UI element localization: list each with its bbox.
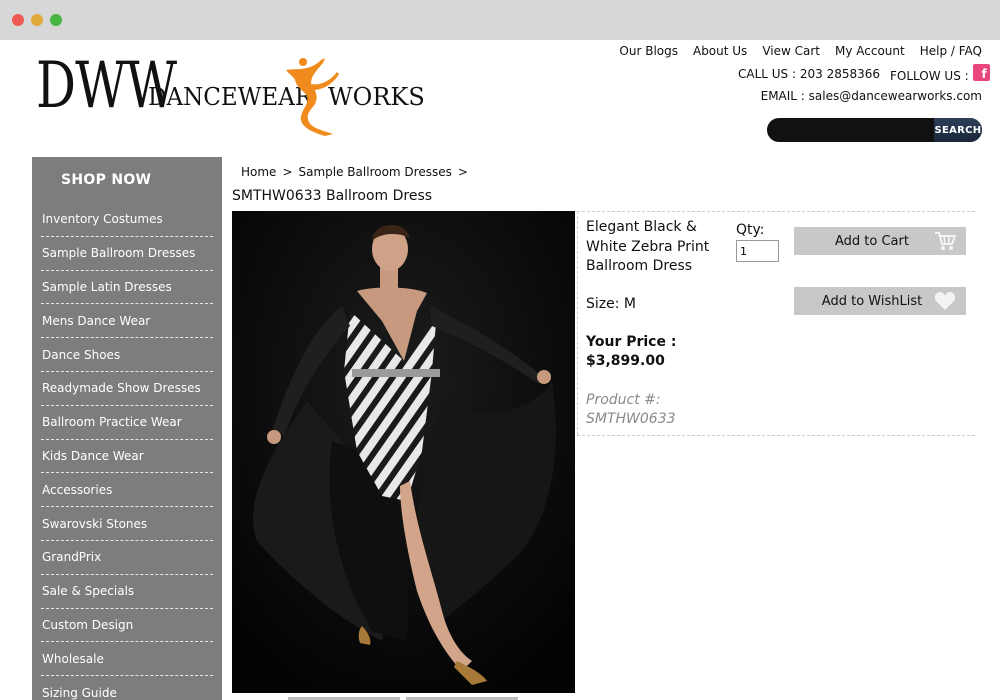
email-text: EMAIL : sales@dancewearworks.com: [760, 89, 982, 103]
top-navigation: Our Blogs About Us View Cart My Account …: [619, 44, 982, 58]
link-view-cart[interactable]: View Cart: [762, 44, 820, 58]
product-number-label: Product #:: [586, 392, 661, 408]
sidebar-item-kids-dance-wear[interactable]: Kids Dance Wear: [41, 440, 213, 474]
divider: [577, 435, 975, 436]
call-us-text: CALL US : 203 2858366: [738, 67, 881, 81]
sidebar-item-ballroom-practice-wear[interactable]: Ballroom Practice Wear: [41, 406, 213, 440]
product-name: Elegant Black & White Zebra Print Ballro…: [586, 219, 710, 274]
price-label: Your Price :: [586, 334, 677, 350]
sidebar-item-sale-specials[interactable]: Sale & Specials: [41, 575, 213, 609]
sidebar-item-sample-ballroom-dresses[interactable]: Sample Ballroom Dresses: [41, 237, 213, 271]
maximize-window-button[interactable]: [50, 14, 62, 26]
breadcrumb-category[interactable]: Sample Ballroom Dresses: [299, 165, 452, 179]
category-menu: Inventory Costumes Sample Ballroom Dress…: [32, 203, 222, 700]
search-bar: SEARCH: [767, 118, 982, 142]
product-title: SMTHW0633 Ballroom Dress: [232, 188, 433, 204]
window-titlebar: [0, 0, 1000, 40]
sidebar-item-accessories[interactable]: Accessories: [41, 473, 213, 508]
site-logo[interactable]: DWW DANCEWEAR WORKS: [36, 50, 425, 140]
add-to-wishlist-button[interactable]: Add to WishList: [794, 287, 966, 315]
sidebar-item-grandprix[interactable]: GrandPrix: [41, 541, 213, 575]
breadcrumb-separator: >: [457, 165, 468, 179]
sidebar-item-wholesale[interactable]: Wholesale: [41, 642, 213, 677]
sidebar-item-mens-dance-wear[interactable]: Mens Dance Wear: [41, 304, 213, 339]
category-sidebar: SHOP NOW Inventory Costumes Sample Ballr…: [32, 157, 222, 700]
breadcrumb-home[interactable]: Home: [241, 165, 276, 179]
quantity-input[interactable]: [736, 240, 779, 262]
sidebar-item-custom-design[interactable]: Custom Design: [41, 609, 213, 643]
sidebar-item-dance-shoes[interactable]: Dance Shoes: [41, 338, 213, 372]
qty-label: Qty:: [736, 222, 765, 238]
search-input[interactable]: [767, 118, 934, 142]
link-my-account[interactable]: My Account: [835, 44, 905, 58]
breadcrumb-separator: >: [282, 165, 293, 179]
follow-us: FOLLOW US : f: [890, 64, 990, 84]
link-our-blogs[interactable]: Our Blogs: [619, 44, 678, 58]
product-size: Size: M: [586, 296, 636, 312]
add-to-cart-button[interactable]: Add to Cart: [794, 227, 966, 255]
breadcrumb: Home > Sample Ballroom Dresses >: [241, 165, 468, 179]
sidebar-title: SHOP NOW: [61, 172, 152, 188]
add-to-wishlist-label: Add to WishList: [821, 293, 923, 309]
dress-photo-icon: [232, 211, 575, 693]
product-price: $3,899.00: [586, 353, 665, 369]
cart-icon: [935, 232, 956, 250]
sidebar-item-readymade-show-dresses[interactable]: Readymade Show Dresses: [41, 372, 213, 406]
minimize-window-button[interactable]: [31, 14, 43, 26]
sidebar-item-sizing-guide[interactable]: Sizing Guide: [41, 676, 213, 700]
link-about-us[interactable]: About Us: [693, 44, 747, 58]
heart-icon: [934, 292, 956, 310]
follow-us-label: FOLLOW US :: [890, 68, 969, 83]
sidebar-item-inventory-costumes[interactable]: Inventory Costumes: [41, 203, 213, 237]
search-button[interactable]: SEARCH: [934, 118, 982, 142]
divider: [577, 211, 578, 435]
product-number: SMTHW0633: [586, 411, 676, 427]
sidebar-item-sample-latin-dresses[interactable]: Sample Latin Dresses: [41, 271, 213, 305]
logo-works-text: WORKS: [328, 83, 425, 111]
link-help-faq[interactable]: Help / FAQ: [920, 44, 982, 58]
sidebar-item-swarovski-stones[interactable]: Swarovski Stones: [41, 507, 213, 541]
add-to-cart-label: Add to Cart: [835, 233, 909, 249]
divider: [577, 211, 975, 212]
product-image[interactable]: [232, 211, 575, 693]
close-window-button[interactable]: [12, 14, 24, 26]
facebook-icon[interactable]: f: [972, 64, 990, 81]
